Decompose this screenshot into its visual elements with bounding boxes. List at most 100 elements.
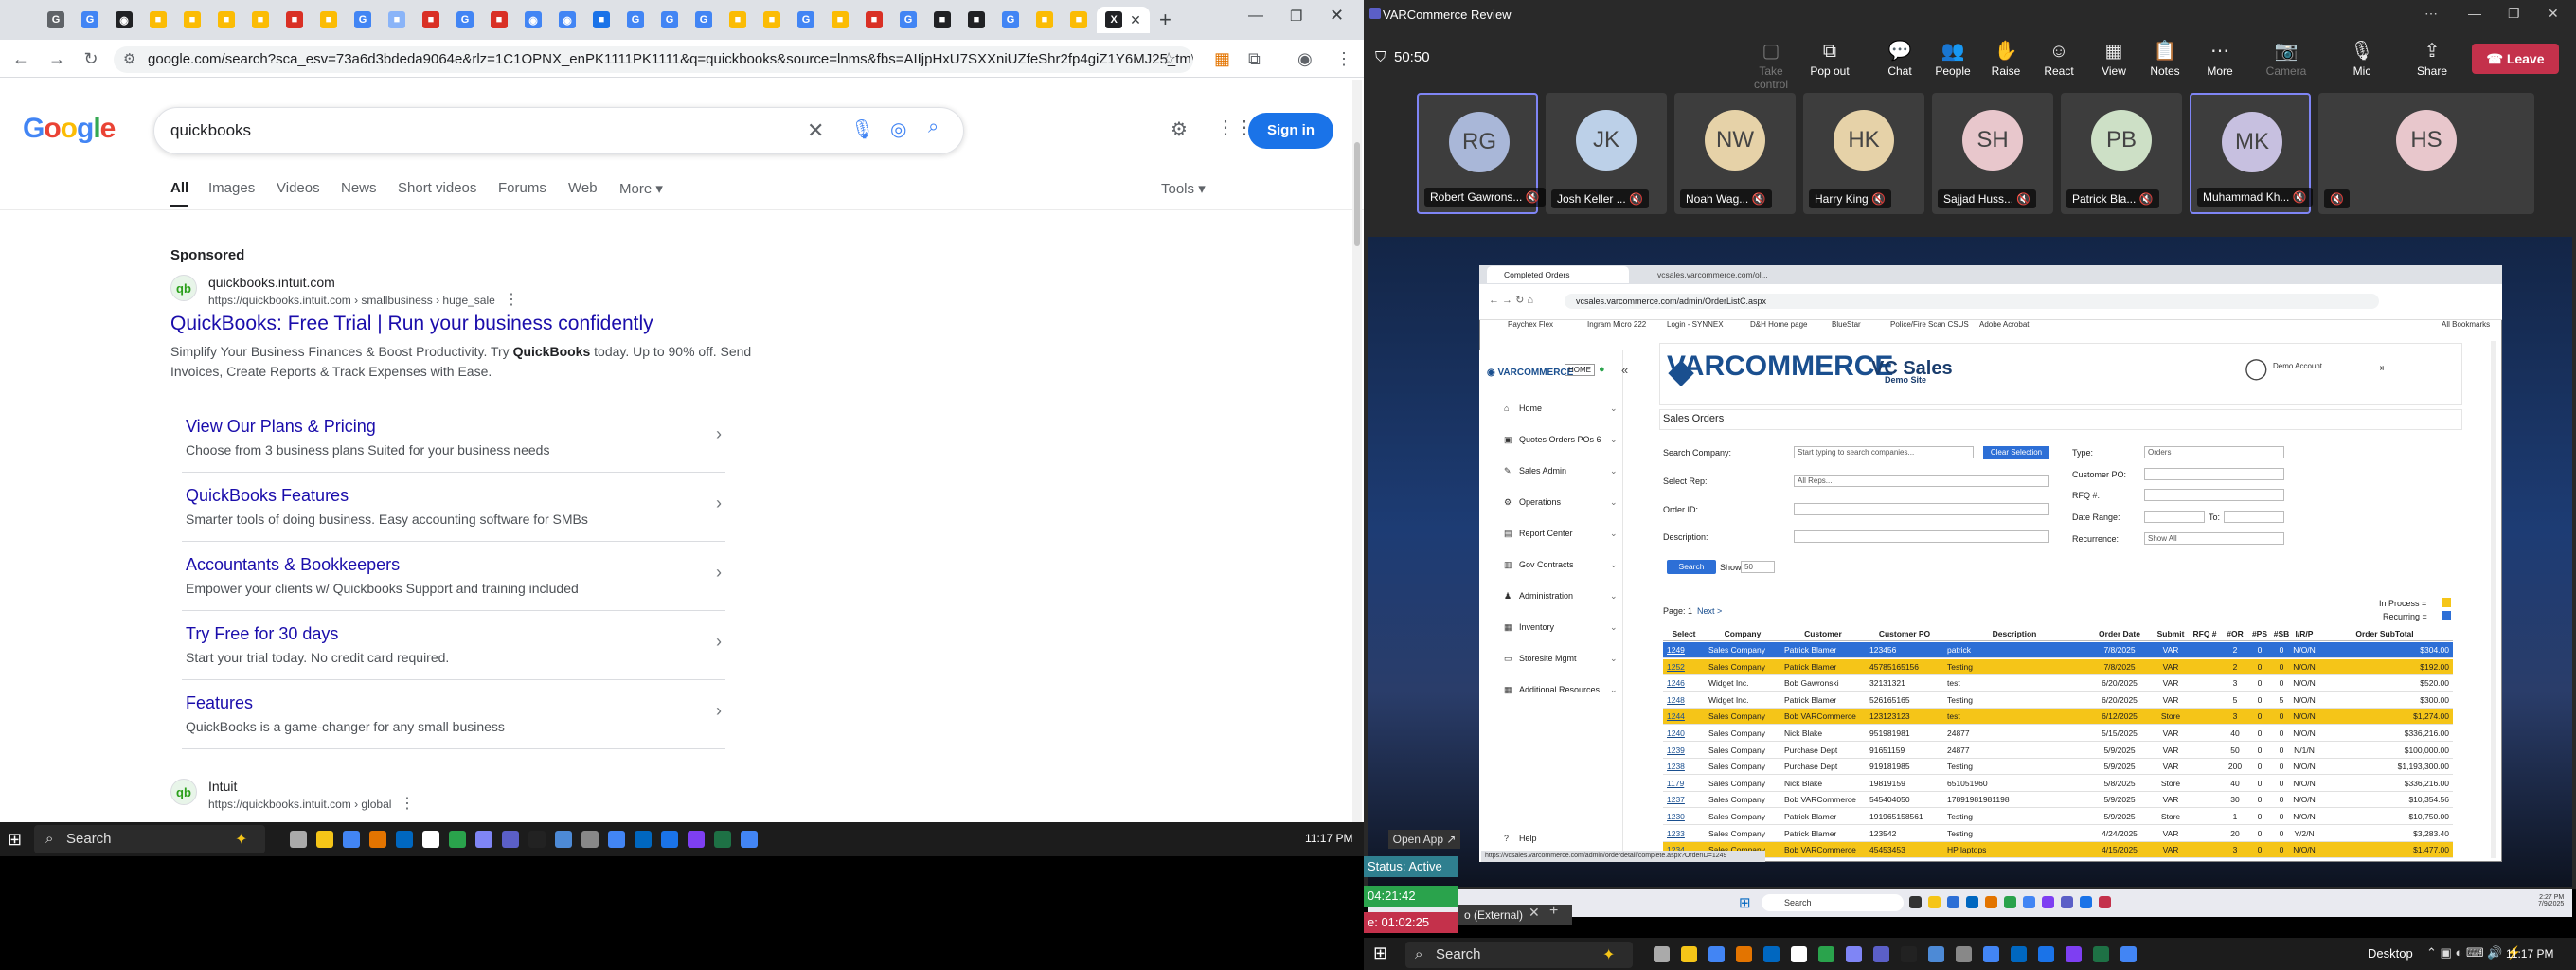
taskbar-app-icon-10[interactable]	[555, 831, 572, 848]
reload-icon[interactable]: ↻	[80, 47, 102, 70]
table-row[interactable]: 1239 Sales Company Purchase Dept 91651159 24…	[1663, 742, 2453, 759]
chrome-tab-17[interactable]: G	[619, 7, 652, 33]
column-header[interactable]: Company	[1705, 629, 1780, 638]
taskbar-app-icon-11[interactable]	[1956, 946, 1972, 962]
table-cell[interactable]: 1238	[1663, 759, 1705, 775]
participant-tile[interactable]: HS 🔇	[2318, 93, 2534, 214]
taskbar-app-icon-15[interactable]	[2066, 946, 2082, 962]
ad-url[interactable]: https://quickbooks.intuit.com › smallbus…	[208, 294, 495, 307]
shared-taskbar-app-icon-4[interactable]	[1985, 896, 1997, 908]
sidebar-item-6[interactable]: ♟ Administration ⌄	[1504, 591, 1618, 602]
taskbar-app-icon-3[interactable]	[369, 831, 386, 848]
clear-search-icon[interactable]: ✕	[807, 118, 824, 143]
tab-all[interactable]: All	[170, 180, 188, 196]
home-button[interactable]: HOME	[1565, 364, 1595, 376]
taskbar-app-icon-6[interactable]	[1818, 946, 1834, 962]
chrome-tab-4[interactable]: ■	[176, 7, 208, 33]
organic-url[interactable]: https://quickbooks.intuit.com › global	[208, 798, 391, 811]
tab-short-videos[interactable]: Short videos	[398, 180, 476, 196]
taskbar-app-icon-14[interactable]	[2038, 946, 2054, 962]
chrome-tab-21[interactable]: ■	[756, 7, 788, 33]
rfq-input[interactable]	[2144, 489, 2284, 501]
sitelink-title[interactable]: View Our Plans & Pricing	[186, 417, 722, 437]
sidebar-item-9[interactable]: ▦ Additional Resources ⌄	[1504, 685, 1618, 695]
table-cell[interactable]: 1237	[1663, 792, 1705, 808]
table-row[interactable]: 1234Sales CompanyBob VARCommerce45453453…	[1663, 842, 2453, 859]
shared-taskbar-app-icon-9[interactable]	[2080, 896, 2092, 908]
tools-menu[interactable]: Tools ▾	[1161, 180, 1206, 197]
participant-tile[interactable]: RG Robert Gawrons... 🔇	[1417, 93, 1546, 214]
search-company-input[interactable]: Start typing to search companies...	[1794, 446, 1974, 458]
sitelink-1[interactable]: QuickBooks Features Smarter tools of doin…	[182, 486, 725, 542]
chrome-tab-23[interactable]: ■	[824, 7, 856, 33]
sitelink-2[interactable]: Accountants & Bookkeepers Empower your cl…	[182, 555, 725, 611]
chevron-right-icon[interactable]: ›	[716, 701, 722, 721]
sidebar-item-0[interactable]: ⌂ Home ⌄	[1504, 404, 1618, 413]
sidebar-item-4[interactable]: ▤ Report Center ⌄	[1504, 529, 1618, 539]
mic-button[interactable]: 🎙 Mic	[2335, 38, 2388, 78]
taskbar-app-icon-0[interactable]	[1654, 946, 1670, 962]
table-cell[interactable]: 1248	[1663, 692, 1705, 709]
table-row[interactable]: 1252 Sales Company Patrick Blamer 457851651…	[1663, 658, 2453, 675]
chrome-tab-15[interactable]: ◉	[551, 7, 583, 33]
widgets-icon[interactable]: ✦	[1602, 945, 1615, 964]
bookmark-3[interactable]: D&H Home page	[1750, 320, 1807, 329]
table-cell[interactable]: 1239	[1663, 743, 1705, 759]
bookmark-star-icon[interactable]: ☆	[1161, 49, 1176, 69]
sitelink-title[interactable]: Features	[186, 693, 722, 713]
select-rep-dropdown[interactable]: All Reps...	[1794, 475, 2049, 487]
search-box[interactable]	[153, 107, 964, 154]
more-options-icon[interactable]: ⋮	[400, 794, 415, 813]
taskbar-search[interactable]: Search	[34, 825, 265, 853]
chrome-tab-6[interactable]: ■	[244, 7, 277, 33]
address-bar[interactable]: google.com/search?sca_esv=73a6d3bdeda906…	[114, 46, 1193, 73]
notes-button[interactable]: 📋 Notes	[2138, 38, 2191, 78]
chrome-tab-24[interactable]: ■	[858, 7, 890, 33]
sidebar-item-2[interactable]: ✎ Sales Admin ⌄	[1504, 466, 1618, 476]
view-button[interactable]: ▦ View	[2087, 38, 2140, 78]
taskbar-app-icon-8[interactable]	[502, 831, 519, 848]
tab-more[interactable]: More ▾	[619, 180, 663, 197]
taskbar-app-icon-9[interactable]	[528, 831, 546, 848]
taskbar-app-icon-4[interactable]	[1763, 946, 1780, 962]
column-header[interactable]: #SB	[2271, 629, 2292, 638]
chrome-tab-11[interactable]: ■	[415, 7, 447, 33]
sitelink-title[interactable]: Try Free for 30 days	[186, 624, 722, 644]
taskbar-app-icon-2[interactable]	[343, 831, 360, 848]
recurrence-dropdown[interactable]: Show All	[2144, 532, 2284, 545]
taskbar-app-icon-14[interactable]	[661, 831, 678, 848]
taskbar-app-icon-13[interactable]	[635, 831, 652, 848]
table-row[interactable]: 1248 Widget Inc. Patrick Blamer 526165165 Te…	[1663, 692, 2453, 709]
chevron-right-icon[interactable]: ›	[716, 632, 722, 652]
bookmark-1[interactable]: Ingram Micro 222	[1587, 320, 1646, 329]
sidebar-item-7[interactable]: ▦ Inventory ⌄	[1504, 622, 1618, 633]
column-header[interactable]: #PS	[2248, 629, 2271, 638]
taskbar-app-icon-17[interactable]	[741, 831, 758, 848]
chrome-tab-7[interactable]: ■	[278, 7, 311, 33]
maximize-icon[interactable]: ❐	[1290, 8, 1302, 25]
bookmark-5[interactable]: Police/Fire Scan CSUS	[1890, 320, 1969, 329]
windows-start-icon[interactable]: ⊞	[1739, 894, 1751, 911]
taskbar-app-icon-8[interactable]	[1873, 946, 1889, 962]
shared-taskbar-app-icon-5[interactable]	[2004, 896, 2016, 908]
ad-title-link[interactable]: QuickBooks: Free Trial | Run your busine…	[170, 313, 653, 335]
tab-web[interactable]: Web	[568, 180, 598, 196]
back-icon[interactable]: ←	[9, 47, 32, 70]
search-icon[interactable]: ⌕	[928, 117, 939, 138]
more-button[interactable]: ⋯ More	[2193, 38, 2246, 78]
shared-taskbar-app-icon-7[interactable]	[2042, 896, 2054, 908]
account-name[interactable]: Demo Account	[2273, 362, 2322, 370]
taskbar-app-icon-12[interactable]	[608, 831, 625, 848]
shared-address-bar[interactable]: vcsales.varcommerce.com/admin/OrderListC…	[1565, 294, 2379, 309]
taskbar-app-icon-16[interactable]	[714, 831, 731, 848]
table-cell[interactable]: 1179	[1663, 776, 1705, 792]
more-options-icon[interactable]: ⋮	[504, 290, 519, 309]
extension-icon[interactable]: ▦	[1214, 49, 1230, 69]
chrome-tab-10[interactable]: ■	[381, 7, 413, 33]
new-tab-icon[interactable]: +	[1159, 8, 1172, 32]
column-header[interactable]: I/R/P	[2292, 629, 2317, 638]
column-header[interactable]: #OR	[2222, 629, 2248, 638]
sidebar-item-3[interactable]: ⚙ Operations ⌄	[1504, 497, 1618, 508]
table-cell[interactable]: 1240	[1663, 726, 1705, 742]
take-control-button[interactable]: ▢ Take control	[1744, 38, 1798, 91]
